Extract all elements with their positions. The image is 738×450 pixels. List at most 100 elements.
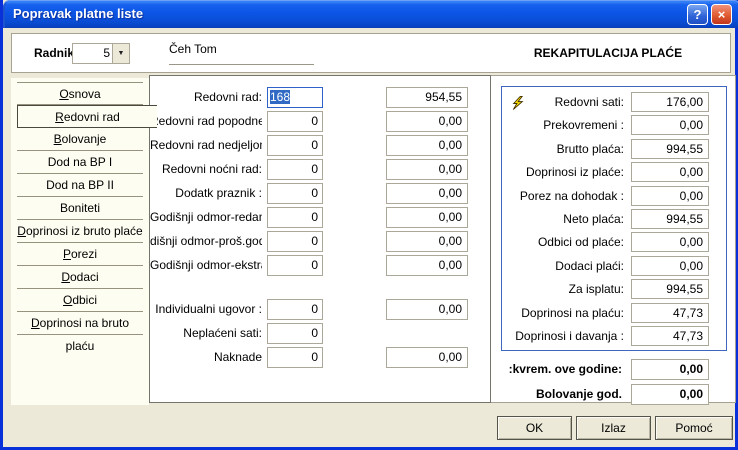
hours-value: 0: [311, 114, 318, 128]
sidebar-item[interactable]: Dodaci: [17, 266, 143, 289]
sickleave-year-value: 0,00: [631, 384, 709, 405]
amount-display: 0,00: [386, 231, 468, 252]
worker-id-value: 5: [103, 46, 110, 60]
sidebar-item[interactable]: Dod na BP I: [17, 151, 143, 174]
hours-input[interactable]: 168: [267, 87, 323, 108]
amount-display: 954,55: [386, 87, 468, 108]
form-row: Redovni rad popodne: 0 0,00: [150, 111, 490, 132]
window-title: Popravak platne liste: [13, 0, 143, 27]
recap-row: Odbici od plaće: 0,00: [502, 232, 726, 252]
form-row-label: Redovni rad popodne:: [150, 114, 262, 128]
form-row-label: Individualni ugovor :: [150, 302, 262, 316]
sidebar-item[interactable]: Boniteti: [17, 197, 143, 220]
hours-input[interactable]: 0: [267, 183, 323, 204]
recap-row-value: 0,00: [631, 232, 709, 252]
form-row-label: Redovni rad:: [150, 90, 262, 104]
sidebar-item-label: Doprinosi iz bruto plaće: [17, 224, 142, 238]
help-action-button[interactable]: Pomoć: [655, 416, 733, 440]
recap-row-label: Odbici od plaće:: [502, 235, 624, 249]
overtime-year-label: :kvrem. ove godine:: [491, 362, 622, 376]
recap-row: Doprinosi i davanja : 47,73: [502, 326, 726, 346]
recap-row-value: 0,00: [631, 186, 709, 206]
recap-row-label: Doprinosi na plaću:: [502, 306, 624, 320]
form-row-label: Neplaćeni sati:: [150, 326, 262, 340]
form-row: Individualni ugovor : 0 0,00: [150, 299, 490, 320]
recap-row-value: 994,55: [631, 209, 709, 229]
hours-input[interactable]: 0: [267, 323, 323, 344]
recap-row: Za isplatu: 994,55: [502, 279, 726, 299]
hours-input[interactable]: 0: [267, 299, 323, 320]
ok-button[interactable]: OK: [497, 416, 572, 440]
form-row-label: Redovni noćni rad:: [150, 162, 262, 176]
recap-row: Neto plaća: 994,55: [502, 209, 726, 229]
sidebar-item-label: Redovni rad: [55, 110, 120, 124]
amount-display: 0,00: [386, 299, 468, 320]
form-row-label: Godišnji odmor-ekstra: [150, 258, 262, 272]
sidebar-item[interactable]: Dod na BP II: [17, 174, 143, 197]
sidebar-item-label: Dodaci: [61, 270, 98, 284]
form-row: Redovni rad nedjeljom: 0 0,00: [150, 135, 490, 156]
recap-row-value: 176,00: [631, 92, 709, 112]
amount-display: 0,00: [386, 135, 468, 156]
recap-panel: Redovni sati: 176,00 Prekovremeni : 0,00…: [490, 75, 736, 403]
hours-input[interactable]: 0: [267, 135, 323, 156]
recap-row-label: Za isplatu:: [502, 282, 624, 296]
sidebar-item[interactable]: Bolovanje: [17, 128, 143, 151]
chevron-down-icon[interactable]: ▼: [112, 44, 129, 63]
hours-input[interactable]: 0: [267, 347, 323, 368]
sidebar-item-label: Bolovanje: [54, 132, 107, 146]
sidebar-item-label: Porezi: [63, 247, 97, 261]
client-area: Radnik : 5 ▼ Čeh Tom REKAPITULACIJA PLAĆ…: [6, 28, 738, 447]
amount-display: 0,00: [386, 347, 468, 368]
overtime-year-row: :kvrem. ove godine: 0,00: [491, 359, 735, 380]
sidebar-item-label: Boniteti: [60, 201, 100, 215]
recap-row-value: 0,00: [631, 256, 709, 276]
sidebar-item[interactable]: Doprinosi iz bruto plaće: [17, 220, 143, 243]
hours-input[interactable]: 0: [267, 255, 323, 276]
form-row: Godišnji odmor-ekstra 0 0,00: [150, 255, 490, 276]
overtime-year-value: 0,00: [631, 359, 709, 380]
hours-value: 0: [311, 326, 318, 340]
form-row: Dodatk praznik : 0 0,00: [150, 183, 490, 204]
sickleave-year-label: Bolovanje god.: [491, 387, 622, 401]
sidebar-item[interactable]: Porezi: [17, 243, 143, 266]
sidebar-item-label: Dod na BP II: [46, 178, 114, 192]
close-button[interactable]: ×: [711, 4, 732, 25]
amount-display: 0,00: [386, 159, 468, 180]
recap-row-label: Doprinosi iz plaće:: [502, 165, 624, 179]
sidebar-item[interactable]: Doprinosi na bruto plaću: [17, 312, 143, 335]
sidebar-item[interactable]: Osnova: [17, 82, 143, 105]
title-bar: Popravak platne liste ? ×: [3, 0, 738, 28]
sidebar-item[interactable]: Redovni rad: [17, 105, 157, 128]
recap-title: REKAPITULACIJA PLAĆE: [500, 34, 716, 72]
form-row-label: Redovni rad nedjeljom:: [150, 138, 262, 152]
recap-row-value: 47,73: [631, 326, 709, 346]
recap-row-label: Dodaci plaći:: [502, 259, 624, 273]
sickleave-year-row: Bolovanje god. 0,00: [491, 384, 735, 405]
hours-value: 168: [270, 90, 290, 104]
hours-input[interactable]: 0: [267, 231, 323, 252]
help-button[interactable]: ?: [687, 4, 708, 25]
form-row: dišnji odmor-proš.god.: 0 0,00: [150, 231, 490, 252]
sidebar-item[interactable]: Odbici: [17, 289, 143, 312]
form-row: Redovni rad: 168 954,55: [150, 87, 490, 108]
hours-input[interactable]: 0: [267, 159, 323, 180]
exit-button[interactable]: Izlaz: [576, 416, 651, 440]
form-row: Redovni noćni rad: 0 0,00: [150, 159, 490, 180]
worker-id-dropdown[interactable]: 5 ▼: [72, 43, 130, 64]
form-row: Naknade 0 0,00: [150, 347, 490, 368]
recap-row: Brutto plaća: 994,55: [502, 139, 726, 159]
hours-input[interactable]: 0: [267, 111, 323, 132]
amount-display: 0,00: [386, 183, 468, 204]
recap-row: Redovni sati: 176,00: [502, 92, 726, 112]
recap-row: Porez na dohodak : 0,00: [502, 186, 726, 206]
recap-row: Dodaci plaći: 0,00: [502, 256, 726, 276]
recap-row-label: Brutto plaća:: [502, 142, 624, 156]
recap-row-value: 0,00: [631, 115, 709, 135]
form-row-label: Godišnji odmor-redan:: [150, 210, 262, 224]
worker-name-field[interactable]: Čeh Tom: [169, 42, 314, 65]
recap-box: Redovni sati: 176,00 Prekovremeni : 0,00…: [501, 86, 727, 351]
form-row-label: Dodatk praznik :: [150, 186, 262, 200]
hours-form-panel: Redovni rad: 168 954,55 Redovni rad popo…: [149, 75, 491, 403]
hours-input[interactable]: 0: [267, 207, 323, 228]
